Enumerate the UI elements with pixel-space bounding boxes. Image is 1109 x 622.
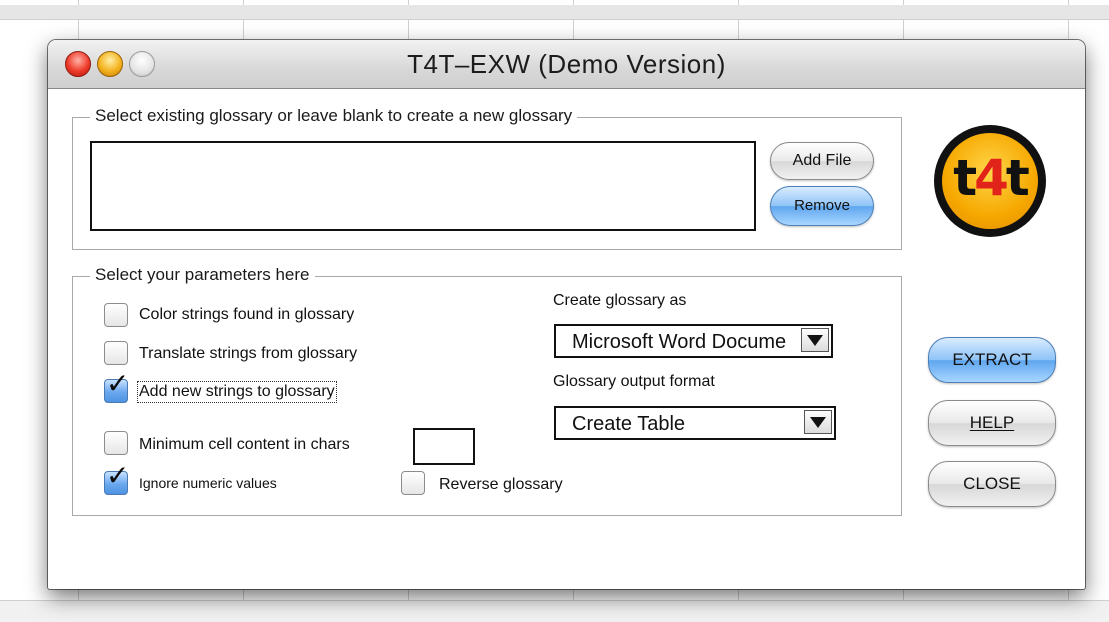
glossary-file-list[interactable] xyxy=(90,141,756,231)
checkmark-icon: ✓ xyxy=(106,460,130,491)
dialog-window: T4T–EXW (Demo Version) Select existing g… xyxy=(48,40,1085,589)
create-as-value: Microsoft Word Docume xyxy=(572,331,787,353)
color-strings-label: Color strings found in glossary xyxy=(139,306,355,323)
parameters-group-label: Select your parameters here xyxy=(90,265,315,285)
logo-text-suffix: t xyxy=(1005,149,1030,207)
spreadsheet-header-band xyxy=(0,5,1109,20)
spreadsheet-footer-band xyxy=(0,600,1109,622)
logo-text-number: 4 xyxy=(974,149,1009,207)
minimum-cell-input[interactable] xyxy=(413,428,475,465)
add-new-strings-label: Add new strings to glossary xyxy=(137,381,337,403)
title-bar[interactable]: T4T–EXW (Demo Version) xyxy=(48,40,1085,89)
create-as-select[interactable]: Microsoft Word Docume xyxy=(554,324,833,358)
glossary-group-label: Select existing glossary or leave blank … xyxy=(90,106,578,126)
translate-strings-checkbox[interactable] xyxy=(104,341,128,365)
color-strings-checkbox[interactable] xyxy=(104,303,128,327)
ignore-numeric-label: Ignore numeric values xyxy=(139,475,277,491)
reverse-glossary-checkbox[interactable] xyxy=(401,471,425,495)
logo-text: t4t xyxy=(934,149,1046,207)
window-title: T4T–EXW (Demo Version) xyxy=(407,49,726,79)
extract-button[interactable]: EXTRACT xyxy=(928,337,1056,383)
create-as-label: Create glossary as xyxy=(553,292,687,309)
chevron-down-icon[interactable] xyxy=(804,410,832,434)
close-button[interactable]: CLOSE xyxy=(928,461,1056,507)
chevron-down-icon[interactable] xyxy=(801,328,829,352)
reverse-glossary-label: Reverse glossary xyxy=(439,476,563,493)
add-file-button[interactable]: Add File xyxy=(770,142,874,180)
output-format-label: Glossary output format xyxy=(553,373,715,390)
logo-text-prefix: t xyxy=(953,149,977,207)
translate-strings-label: Translate strings from glossary xyxy=(139,345,358,362)
ignore-numeric-checkbox[interactable]: ✓ xyxy=(104,462,129,495)
output-format-value: Create Table xyxy=(572,413,686,435)
t4t-logo: t4t xyxy=(934,125,1046,237)
remove-button[interactable]: Remove xyxy=(770,186,874,226)
help-button[interactable]: HELP xyxy=(928,400,1056,446)
checkmark-icon: ✓ xyxy=(106,368,130,399)
minimum-cell-checkbox[interactable] xyxy=(104,431,128,455)
add-new-strings-checkbox[interactable]: ✓ xyxy=(104,370,129,403)
output-format-select[interactable]: Create Table xyxy=(554,406,836,440)
minimum-cell-label: Minimum cell content in chars xyxy=(139,436,350,453)
